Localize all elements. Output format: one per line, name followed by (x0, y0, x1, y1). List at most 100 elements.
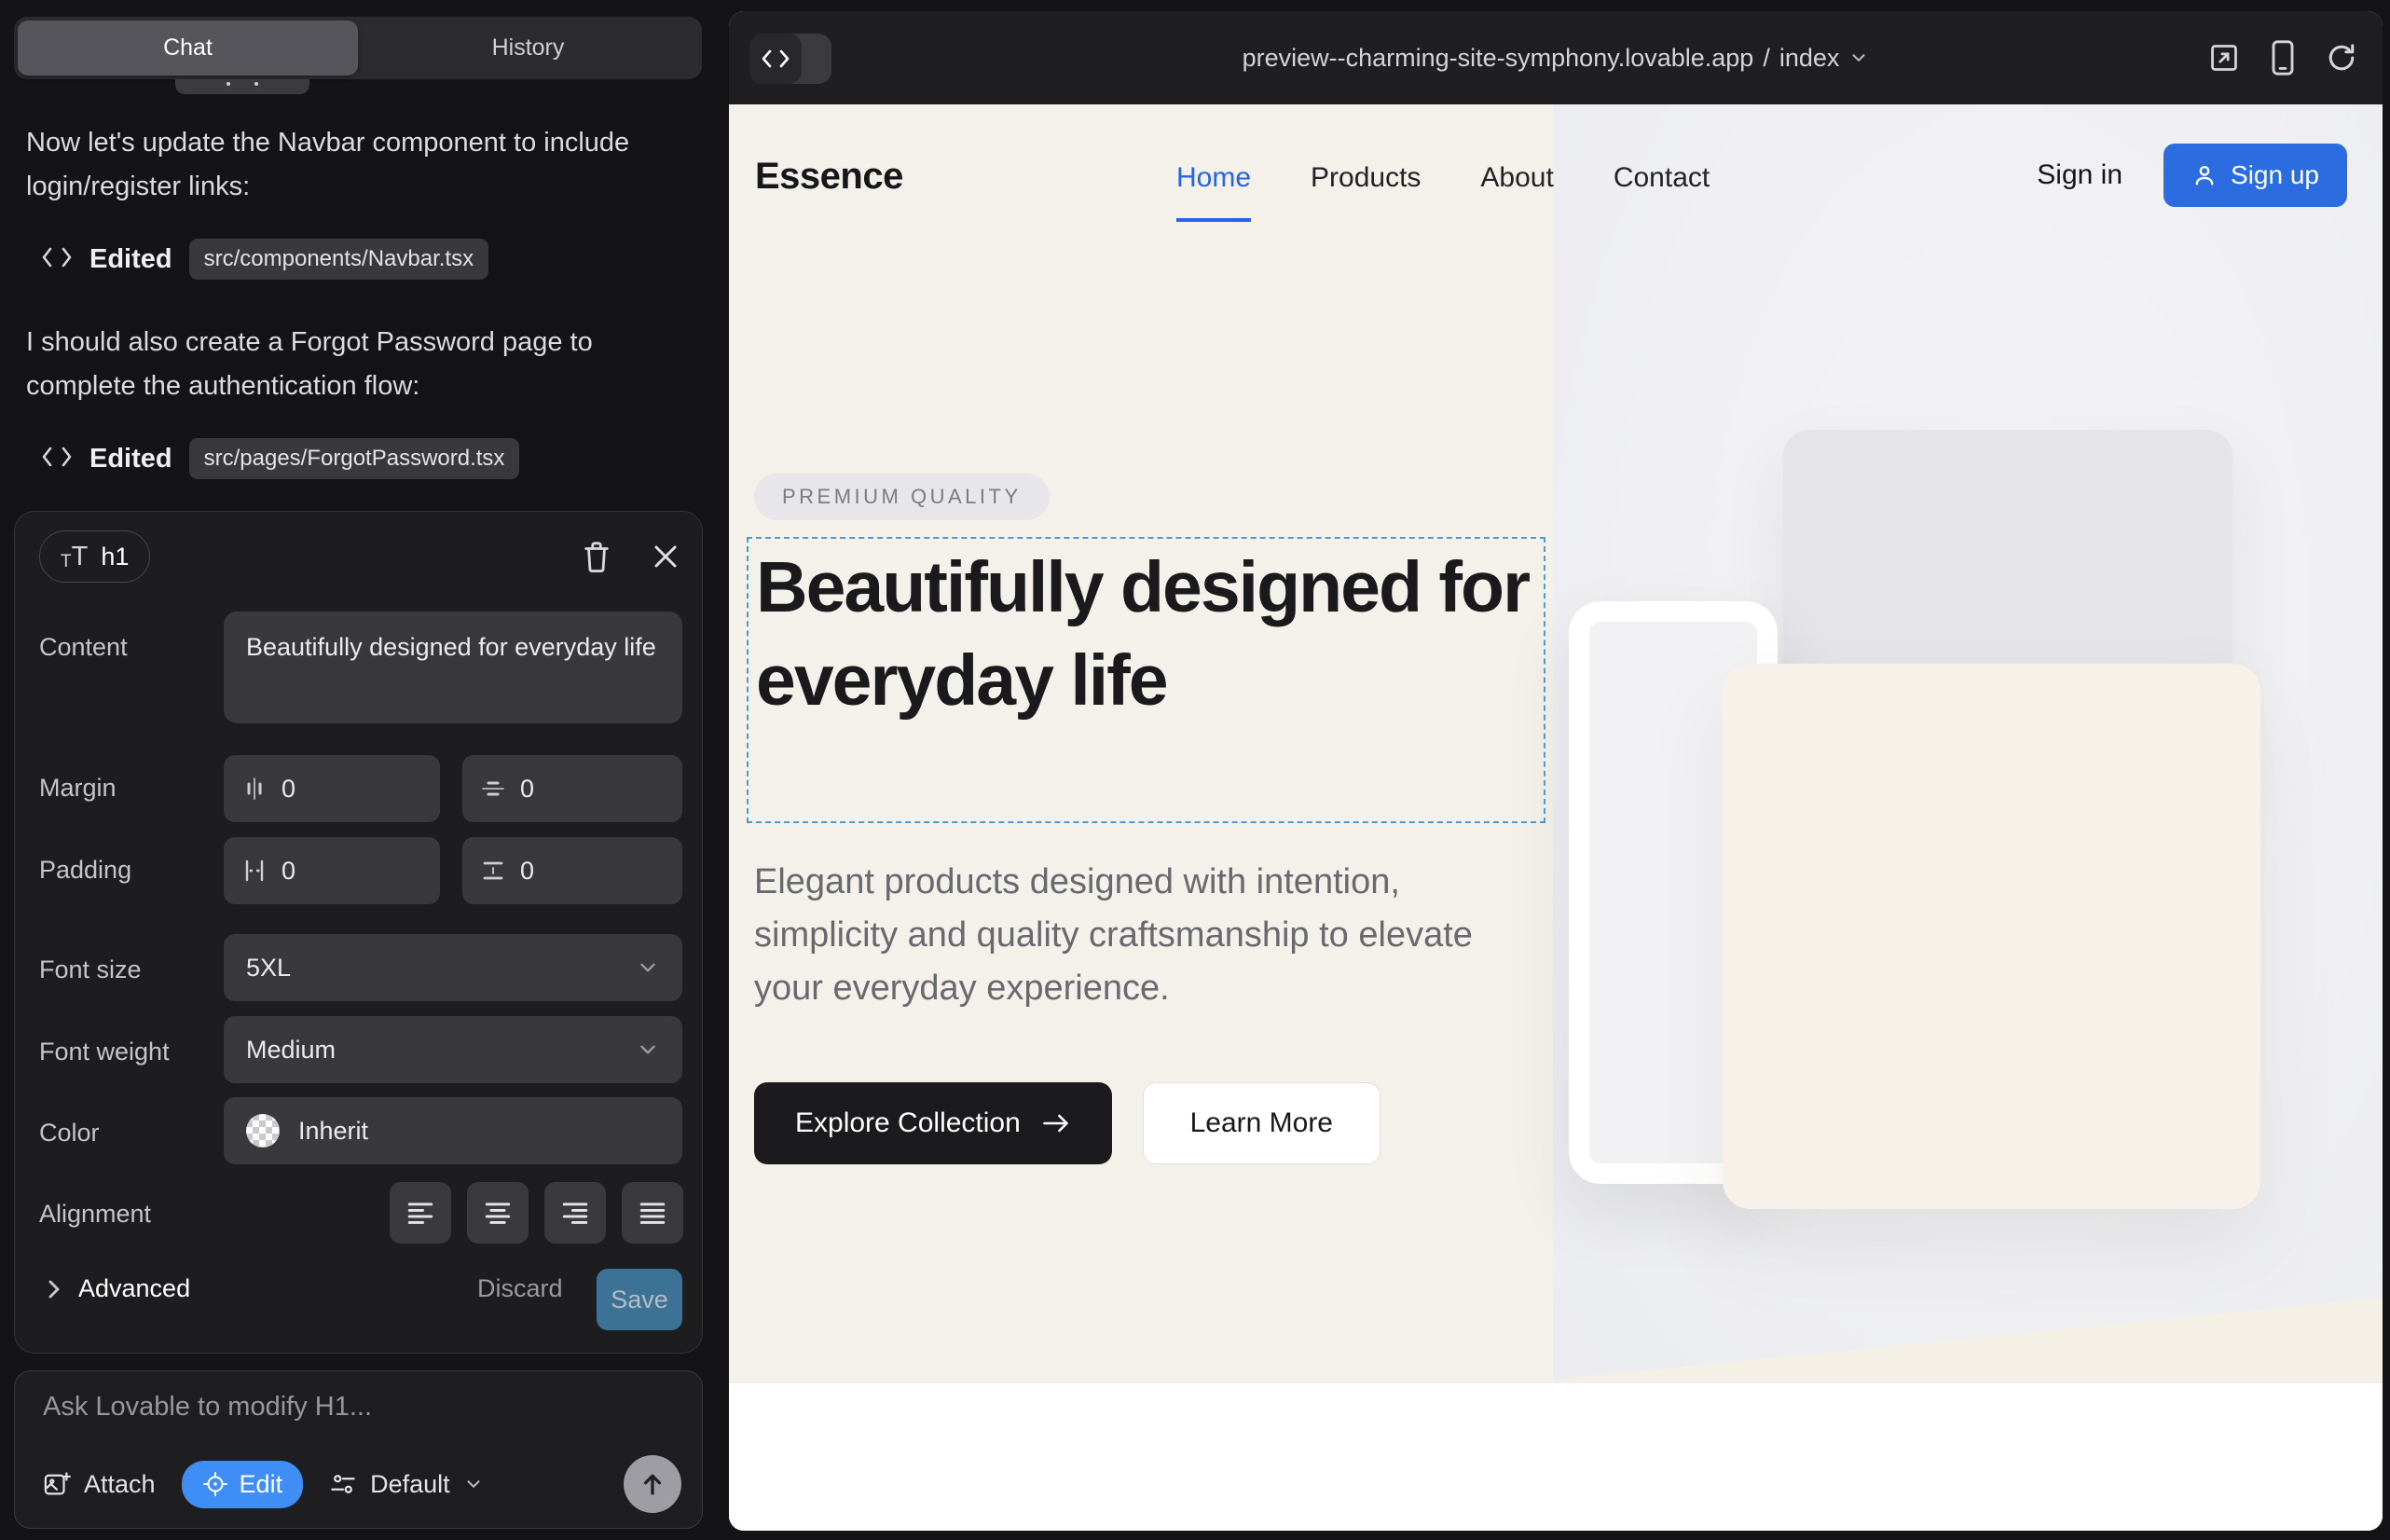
margin-horizontal-input[interactable] (282, 775, 375, 804)
content-input[interactable]: Beautifully designed for everyday life (224, 612, 682, 723)
alignment-label: Alignment (39, 1200, 151, 1229)
code-icon (41, 446, 73, 473)
target-icon (202, 1471, 228, 1497)
file-badge[interactable]: src/pages/ForgotPassword.tsx (189, 438, 520, 479)
margin-horizontal-icon (242, 777, 267, 801)
delete-element-button[interactable] (572, 532, 621, 581)
nav-link-home[interactable]: Home (1176, 162, 1251, 194)
learn-more-button[interactable]: Learn More (1143, 1082, 1380, 1164)
user-icon (2191, 162, 2218, 188)
chevron-down-icon (463, 1474, 484, 1494)
refresh-icon (2325, 41, 2358, 75)
attach-button[interactable]: Attach (43, 1470, 156, 1499)
color-swatch (246, 1114, 280, 1148)
decor-cream-card (1723, 664, 2260, 1209)
chevron-down-icon (1848, 48, 1869, 68)
margin-horizontal-field[interactable] (224, 755, 440, 822)
close-editor-button[interactable] (641, 532, 690, 581)
padding-horizontal-icon (242, 859, 267, 883)
chat-message: I should also create a Forgot Password p… (26, 321, 703, 408)
padding-horizontal-field[interactable] (224, 837, 440, 904)
align-center-button[interactable] (467, 1182, 529, 1244)
chat-toolbar: Attach Edit Default (43, 1455, 681, 1513)
color-label: Color (39, 1119, 100, 1148)
nav-auth: Sign in Sign up (2037, 144, 2347, 207)
explore-collection-button[interactable]: Explore Collection (754, 1082, 1112, 1164)
site-nav-links: Home Products About Contact (1176, 162, 1710, 194)
close-icon (652, 543, 680, 571)
mobile-device-icon (2269, 39, 2297, 76)
sign-up-button[interactable]: Sign up (2163, 144, 2347, 207)
align-right-button[interactable] (544, 1182, 606, 1244)
site-logo[interactable]: Essence (755, 156, 903, 198)
font-weight-select[interactable]: Medium (224, 1016, 682, 1083)
color-select[interactable]: Inherit (224, 1097, 682, 1164)
open-in-new-icon (2207, 41, 2241, 75)
dot (227, 82, 230, 86)
chat-history-tabs: Chat History (14, 17, 702, 79)
align-justify-button[interactable] (622, 1182, 683, 1244)
mobile-view-button[interactable] (2269, 39, 2297, 76)
nav-link-contact[interactable]: Contact (1614, 162, 1710, 194)
padding-horizontal-input[interactable] (282, 857, 375, 886)
dot (254, 82, 258, 86)
chevron-down-icon (636, 956, 660, 980)
preview-url-dropdown[interactable]: preview--charming-site-symphony.lovable.… (729, 11, 2383, 104)
sign-up-label: Sign up (2231, 160, 2319, 190)
arrow-right-icon (1041, 1111, 1071, 1135)
edited-label: Edited (89, 244, 172, 275)
padding-vertical-field[interactable] (462, 837, 682, 904)
edit-mode-button[interactable]: Edit (182, 1461, 304, 1508)
hero-heading[interactable]: Beautifully designed for everyday life (756, 541, 1539, 727)
font-size-select[interactable]: 5XL (224, 934, 682, 1001)
send-button[interactable] (624, 1455, 681, 1513)
advanced-toggle[interactable]: Advanced (45, 1274, 190, 1303)
align-right-icon (559, 1197, 591, 1229)
tab-history[interactable]: History (358, 21, 698, 76)
padding-vertical-input[interactable] (520, 857, 613, 886)
font-weight-value: Medium (246, 1036, 636, 1065)
preview-actions (2207, 11, 2358, 104)
nav-link-products[interactable]: Products (1311, 162, 1421, 194)
section-below-hero (729, 1383, 2383, 1531)
content-label: Content (39, 633, 128, 662)
scrolled-badge-partial (175, 79, 309, 94)
hero-cta-row: Explore Collection Learn More (754, 1082, 1380, 1164)
tab-chat[interactable]: Chat (18, 21, 358, 76)
code-icon (41, 246, 73, 273)
attach-image-icon (43, 1470, 71, 1498)
padding-vertical-icon (481, 859, 505, 883)
preview-url: preview--charming-site-symphony.lovable.… (1243, 44, 1754, 73)
nav-link-about[interactable]: About (1480, 162, 1553, 194)
sign-in-link[interactable]: Sign in (2037, 159, 2122, 191)
typography-icon: TT (61, 543, 88, 571)
trash-icon (581, 539, 612, 574)
margin-vertical-icon (481, 777, 505, 801)
open-in-new-tab-button[interactable] (2207, 41, 2241, 75)
site-navbar: Essence Home Products About Contact Sign… (729, 104, 2383, 254)
refresh-button[interactable] (2325, 41, 2358, 75)
margin-vertical-input[interactable] (520, 775, 613, 804)
mode-select[interactable]: Default (329, 1470, 484, 1499)
discard-button[interactable]: Discard (477, 1274, 563, 1303)
file-badge[interactable]: src/components/Navbar.tsx (189, 239, 488, 280)
preview-topbar: preview--charming-site-symphony.lovable.… (729, 11, 2383, 104)
padding-label: Padding (39, 856, 131, 885)
advanced-label: Advanced (78, 1274, 190, 1303)
selected-element-outline: Beautifully designed for everyday life (747, 537, 1545, 823)
preview-pane: preview--charming-site-symphony.lovable.… (729, 11, 2383, 1531)
chat-input[interactable] (43, 1392, 677, 1444)
align-left-button[interactable] (390, 1182, 451, 1244)
site-preview: Essence Home Products About Contact Sign… (729, 104, 2383, 1531)
color-value: Inherit (298, 1117, 660, 1146)
lovable-app: Chat History Now let's update the Navbar… (0, 0, 2390, 1540)
chevron-down-icon (636, 1038, 660, 1062)
save-button[interactable]: Save (597, 1269, 682, 1330)
align-justify-icon (637, 1197, 668, 1229)
edit-label: Edit (240, 1470, 283, 1499)
premium-quality-badge: PREMIUM QUALITY (754, 474, 1050, 520)
element-tag-label: h1 (101, 543, 129, 571)
margin-vertical-field[interactable] (462, 755, 682, 822)
element-editor-panel: TT h1 Content Beautifully designed for e… (14, 511, 703, 1354)
edited-file-row: Edited src/components/Navbar.tsx (26, 239, 703, 280)
